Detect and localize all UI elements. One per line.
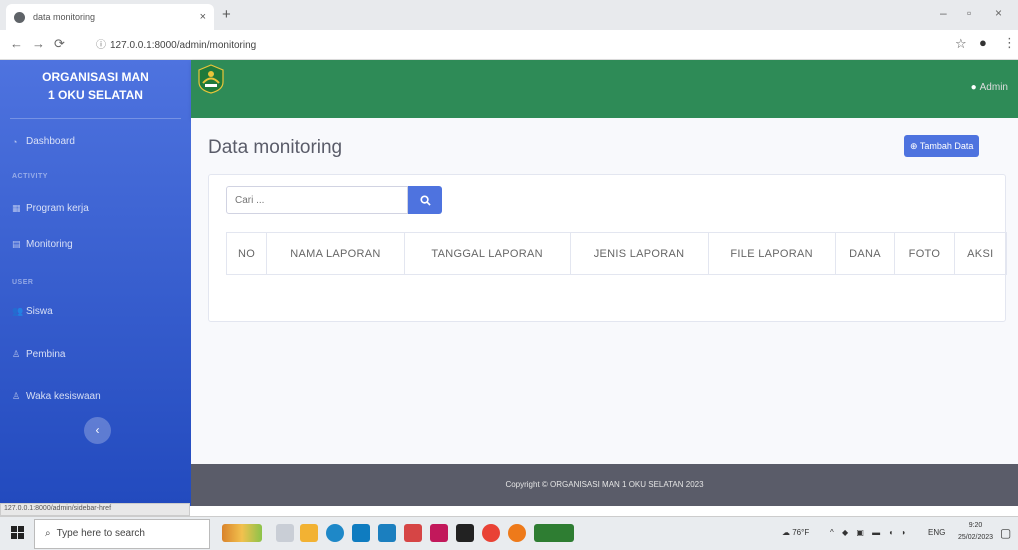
search-icon (419, 195, 431, 206)
windows-start-icon[interactable] (11, 526, 25, 540)
user-circle-icon: ● (970, 82, 977, 93)
sidebar-heading-user: USER (12, 279, 34, 286)
weather-temp: 76°F (792, 528, 810, 537)
sidebar-item-label: Siswa (26, 306, 53, 317)
brand-line-2: 1 OKU SELATAN (48, 88, 143, 102)
sidebar-item-siswa[interactable]: 👥 Siswa (12, 306, 53, 317)
column-header: NAMA LAPORAN (266, 232, 405, 275)
app-green-icon[interactable] (534, 524, 574, 542)
sidebar-item-waka-kesiswaan[interactable]: ♙ Waka kesiswaan (12, 391, 101, 402)
column-header: FOTO (894, 232, 955, 275)
organization-logo (198, 64, 224, 94)
globe-icon (14, 11, 25, 23)
reload-icon[interactable]: ⟳ (54, 36, 65, 52)
table-icon: ▦ (12, 203, 21, 213)
windows-taskbar: ⌕ Type here to search ☁ 76°F ^ ◆ ▣ ▬ ◖ ◗ … (0, 516, 1018, 550)
main-content: Data monitoring ⊕ Tambah Data NO NAMA LA… (191, 118, 1018, 464)
status-bar-url: 127.0.0.1:8000/admin/sidebar-href (0, 503, 190, 516)
bookmark-star-icon[interactable]: ☆ (955, 36, 967, 52)
app-shield-icon[interactable] (404, 524, 422, 542)
data-card: NO NAMA LAPORAN TANGGAL LAPORAN JENIS LA… (208, 174, 1008, 322)
forward-icon[interactable]: → (32, 36, 45, 51)
store-icon[interactable] (352, 524, 370, 542)
maximize-button[interactable]: ▫ (967, 6, 971, 20)
sidebar-item-monitoring[interactable]: ▤ Monitoring (12, 239, 73, 250)
cloud-icon: ☁ (782, 528, 790, 537)
monitoring-table: NO NAMA LAPORAN TANGGAL LAPORAN JENIS LA… (225, 232, 1008, 275)
page-title: Data monitoring (208, 137, 343, 158)
profile-icon[interactable]: ● (979, 35, 987, 50)
add-data-button[interactable]: ⊕ Tambah Data (904, 135, 980, 157)
sidebar-divider (10, 118, 181, 119)
search-input[interactable] (226, 186, 408, 214)
notification-icon[interactable]: ▢ (1000, 526, 1011, 540)
people-widget-icon[interactable] (222, 524, 262, 542)
system-tray-icons[interactable]: ^ ◆ ▣ ▬ ◖ ◗ (830, 528, 909, 537)
app-orange-icon[interactable] (508, 524, 526, 542)
sidebar-item-label: Dashboard (26, 136, 75, 147)
user-icon: ♙ (12, 391, 21, 401)
file-explorer-icon[interactable] (300, 524, 318, 542)
sidebar-item-program-kerja[interactable]: ▦ Program kerja (12, 203, 89, 214)
column-header: AKSI (953, 232, 1008, 275)
address-bar: ← → ⟳ ⓘ 127.0.0.1:8000/admin/monitoring ☆… (0, 30, 1018, 60)
user-icon: ♙ (12, 349, 21, 359)
sidebar-item-label: Program kerja (26, 203, 89, 214)
back-icon[interactable]: ← (10, 36, 23, 51)
weather-widget[interactable]: ☁ 76°F (782, 528, 809, 537)
column-header: NO (225, 232, 268, 275)
url-text: 127.0.0.1:8000/admin/monitoring (110, 40, 257, 51)
tab-title: data monitoring (33, 12, 96, 22)
topbar: ● Admin (191, 60, 1018, 118)
sidebar-item-label: Monitoring (26, 239, 73, 250)
sidebar-item-pembina[interactable]: ♙ Pembina (12, 349, 65, 360)
taskbar-clock[interactable]: 9:20 25/02/2023 (958, 520, 993, 544)
users-icon: 👥 (12, 306, 24, 316)
taskbar-search[interactable]: ⌕ Type here to search (34, 519, 210, 549)
column-header: DANA (834, 232, 896, 275)
add-data-label: Tambah Data (919, 141, 974, 151)
close-window-button[interactable]: × (995, 6, 1002, 20)
taskbar-search-text: Type here to search (56, 528, 145, 539)
table-header-row: NO NAMA LAPORAN TANGGAL LAPORAN JENIS LA… (225, 232, 1008, 275)
copyright-text: Copyright © ORGANISASI MAN 1 OKU SELATAN… (505, 480, 704, 489)
user-name: Admin (979, 82, 1008, 93)
sidebar-heading-activity: ACTIVITY (12, 173, 48, 180)
search-button[interactable] (408, 186, 442, 214)
url-field[interactable]: ⓘ 127.0.0.1:8000/admin/monitoring (96, 36, 256, 51)
plus-circle-icon: ⊕ (910, 141, 918, 151)
column-header: FILE LAPORAN (707, 232, 836, 275)
browser-tab[interactable]: data monitoring × (6, 4, 214, 30)
page-footer: Copyright © ORGANISASI MAN 1 OKU SELATAN… (191, 464, 1018, 506)
tab-close-icon[interactable]: × (200, 11, 206, 23)
sidebar-toggle-button[interactable]: ‹ (84, 417, 111, 444)
app-m-icon[interactable] (430, 524, 448, 542)
menu-kebab-icon[interactable]: ⋮ (1003, 35, 1016, 51)
sidebar: ORGANISASI MAN 1 OKU SELATAN ◔ Dashboard… (0, 60, 191, 506)
app-dark-icon[interactable] (456, 524, 474, 542)
sidebar-item-dashboard[interactable]: ◔ Dashboard (12, 136, 75, 147)
app-l-icon[interactable] (378, 524, 396, 542)
info-icon: ⓘ (96, 40, 106, 51)
browser-tab-bar: data monitoring × + – ▫ × (0, 0, 1018, 30)
task-view-icon[interactable] (276, 524, 294, 542)
search-icon: ⌕ (45, 528, 51, 539)
edge-browser-icon[interactable] (326, 524, 344, 542)
clock-date: 25/02/2023 (958, 534, 994, 541)
gauge-icon: ◔ (12, 136, 18, 147)
clock-time: 9:20 (968, 522, 983, 529)
user-menu[interactable]: ● Admin (971, 82, 1008, 93)
chrome-icon[interactable] (482, 524, 500, 542)
minimize-button[interactable]: – (940, 6, 947, 20)
sidebar-item-label: Waka kesiswaan (26, 391, 101, 402)
language-indicator[interactable]: ENG (928, 528, 945, 537)
sidebar-item-label: Pembina (26, 349, 66, 360)
new-tab-button[interactable]: + (222, 6, 231, 23)
sidebar-brand[interactable]: ORGANISASI MAN 1 OKU SELATAN (0, 68, 191, 104)
brand-line-1: ORGANISASI MAN (42, 70, 149, 84)
column-header: TANGGAL LAPORAN (403, 232, 571, 275)
column-header: JENIS LAPORAN (569, 232, 709, 275)
document-icon: ▤ (12, 239, 21, 249)
